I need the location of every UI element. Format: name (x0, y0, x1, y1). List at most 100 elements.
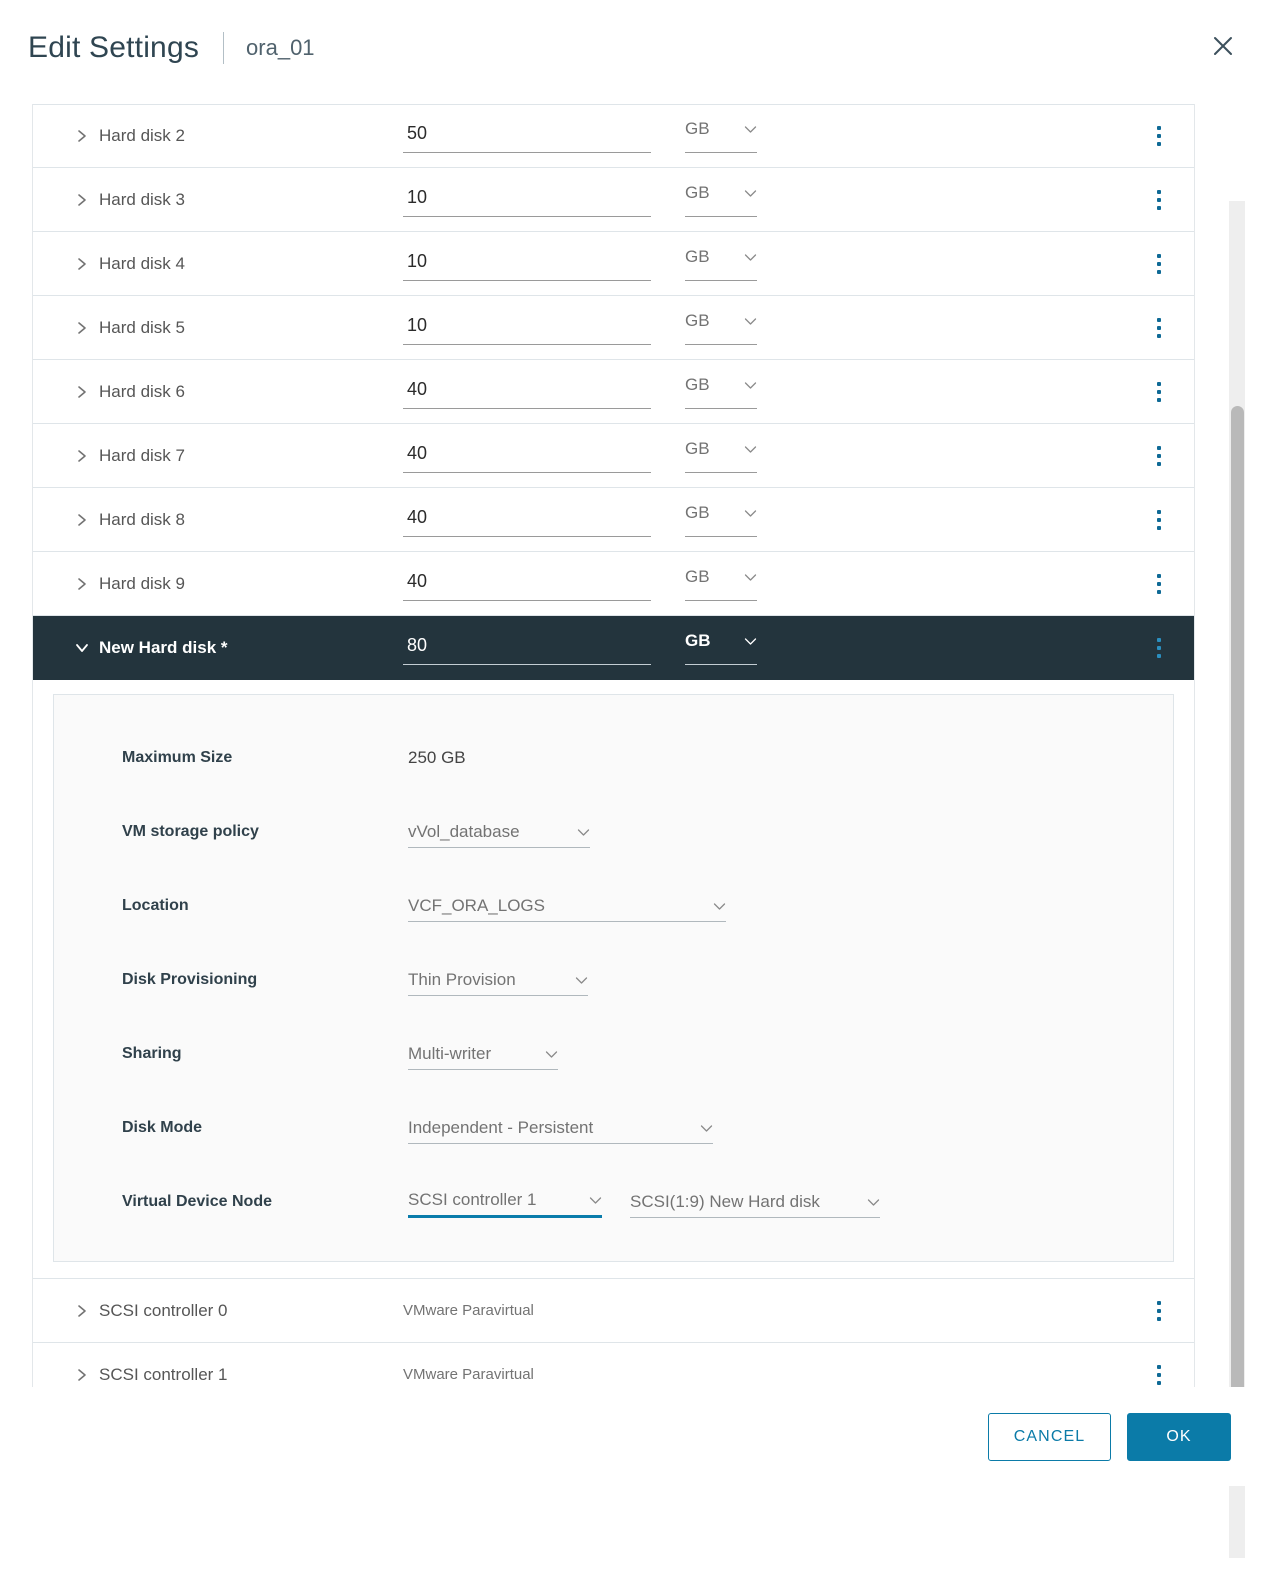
expand-chevron-right-icon[interactable] (73, 193, 91, 207)
disk-unit-select[interactable]: GB (685, 311, 757, 345)
table-row[interactable]: Hard disk 4 GB (33, 232, 1194, 296)
chevron-down-icon (744, 119, 757, 139)
close-icon[interactable] (1203, 26, 1243, 66)
expand-chevron-right-icon[interactable] (73, 321, 91, 335)
virtual-device-node-unit-value: SCSI(1:9) New Hard disk (630, 1192, 820, 1211)
chevron-down-icon (700, 1118, 713, 1138)
virtual-device-node-controller-value: SCSI controller 1 (408, 1190, 537, 1209)
vertical-scrollbar[interactable] (1229, 201, 1245, 1558)
virtual-device-node-controller-select[interactable]: SCSI controller 1 (408, 1186, 602, 1218)
row-actions-menu-icon[interactable] (1148, 634, 1170, 662)
row-actions-menu-icon[interactable] (1148, 122, 1170, 150)
dialog-body: Hard disk 2GBHard disk 3GBHard disk 4GBH… (0, 96, 1267, 1558)
row-actions-menu-icon[interactable] (1148, 314, 1170, 342)
disk-row-label: Hard disk 2 (73, 126, 403, 146)
row-actions-menu-icon[interactable] (1148, 442, 1170, 470)
disk-size-input[interactable] (403, 502, 651, 537)
expand-chevron-right-icon[interactable] (73, 129, 91, 143)
disk-unit-value: GB (685, 502, 710, 522)
expand-chevron-right-icon[interactable] (73, 1304, 91, 1318)
expand-chevron-right-icon[interactable] (73, 257, 91, 271)
ok-button[interactable]: OK (1127, 1412, 1231, 1461)
disk-unit-select[interactable]: GB (685, 503, 757, 537)
controller-type-value: VMware Paravirtual (403, 1366, 534, 1383)
virtual-device-node-label: Virtual Device Node (122, 1193, 272, 1210)
row-actions-menu-icon[interactable] (1148, 250, 1170, 278)
device-list-scroll-region: Hard disk 2GBHard disk 3GBHard disk 4GBH… (32, 104, 1212, 1478)
disk-unit-select[interactable]: GB (685, 247, 757, 281)
chevron-down-icon (744, 631, 757, 651)
table-row[interactable]: Hard disk 6 GB (33, 360, 1194, 424)
page-title: Edit Settings (28, 31, 200, 64)
chevron-down-icon (744, 439, 757, 459)
table-row[interactable]: SCSI controller 0 VMware Paravirtual (33, 1279, 1194, 1343)
field-disk-provisioning: Disk Provisioning Thin Provision (54, 943, 1173, 1017)
disk-label-text: Hard disk 4 (99, 253, 185, 273)
row-actions-menu-icon[interactable] (1148, 1297, 1170, 1325)
chevron-down-icon (744, 311, 757, 331)
disk-row-label: Hard disk 3 (73, 190, 403, 210)
scrollbar-thumb[interactable] (1231, 406, 1244, 1401)
location-select[interactable]: VCF_ORA_LOGS (408, 890, 726, 922)
chevron-down-icon (575, 970, 588, 990)
controller-row-label: SCSI controller 1 (73, 1365, 403, 1385)
disk-label-text: Hard disk 9 (99, 573, 185, 593)
expand-chevron-right-icon[interactable] (73, 385, 91, 399)
table-row[interactable]: Hard disk 7 GB (33, 424, 1194, 488)
disk-label-text: Hard disk 7 (99, 445, 185, 465)
table-row[interactable]: Hard disk 5 GB (33, 296, 1194, 360)
row-actions-menu-icon[interactable] (1148, 1361, 1170, 1389)
new-hard-disk-row[interactable]: New Hard disk * GB (33, 616, 1194, 680)
row-actions-menu-icon[interactable] (1148, 186, 1170, 214)
dialog-header: Edit Settings ora_01 (0, 0, 1267, 96)
disk-unit-value: GB (685, 182, 710, 202)
vm-storage-policy-value: vVol_database (408, 822, 520, 841)
disk-size-input[interactable] (403, 438, 651, 473)
row-actions-menu-icon[interactable] (1148, 378, 1170, 406)
vm-storage-policy-label: VM storage policy (122, 823, 259, 840)
disk-provisioning-select[interactable]: Thin Provision (408, 964, 588, 996)
disk-size-input[interactable] (403, 246, 651, 281)
expand-chevron-right-icon[interactable] (73, 513, 91, 527)
table-row[interactable]: Hard disk 8 GB (33, 488, 1194, 552)
virtual-device-node-unit-select[interactable]: SCSI(1:9) New Hard disk (630, 1186, 880, 1218)
row-actions-menu-icon[interactable] (1148, 570, 1170, 598)
vm-storage-policy-select[interactable]: vVol_database (408, 816, 590, 848)
table-row[interactable]: Hard disk 3 GB (33, 168, 1194, 232)
disk-row-label: Hard disk 6 (73, 382, 403, 402)
disk-size-input[interactable] (403, 182, 651, 217)
expand-chevron-right-icon[interactable] (73, 577, 91, 591)
disk-row-label: Hard disk 4 (73, 254, 403, 274)
disk-size-input[interactable] (403, 566, 651, 601)
disk-mode-select[interactable]: Independent - Persistent (408, 1112, 713, 1144)
cancel-button[interactable]: CANCEL (988, 1412, 1111, 1461)
disk-size-input[interactable] (403, 119, 651, 153)
table-row[interactable]: Hard disk 9 GB (33, 552, 1194, 616)
title-divider (223, 32, 225, 64)
disk-size-input[interactable] (403, 310, 651, 345)
disk-unit-select[interactable]: GB (685, 119, 757, 153)
new-disk-unit-select[interactable]: GB (685, 631, 757, 665)
controller-label-text: SCSI controller 1 (99, 1364, 228, 1384)
new-disk-size-input[interactable] (403, 631, 651, 665)
maximum-size-label: Maximum Size (122, 749, 233, 766)
sharing-select[interactable]: Multi-writer (408, 1038, 558, 1070)
row-actions-menu-icon[interactable] (1148, 506, 1170, 534)
disk-unit-select[interactable]: GB (685, 183, 757, 217)
disk-row-label: Hard disk 5 (73, 318, 403, 338)
disk-unit-value: GB (685, 246, 710, 266)
disk-unit-select[interactable]: GB (685, 375, 757, 409)
table-row[interactable]: Hard disk 2 GB (33, 104, 1194, 168)
collapse-chevron-down-icon[interactable] (73, 642, 91, 654)
chevron-down-icon (713, 896, 726, 916)
expand-chevron-right-icon[interactable] (73, 1368, 91, 1382)
disk-unit-select[interactable]: GB (685, 567, 757, 601)
disk-size-input[interactable] (403, 374, 651, 409)
expand-chevron-right-icon[interactable] (73, 449, 91, 463)
disk-unit-select[interactable]: GB (685, 439, 757, 473)
field-sharing: Sharing Multi-writer (54, 1017, 1173, 1091)
location-label: Location (122, 897, 189, 914)
new-disk-row-label: New Hard disk * (73, 638, 403, 658)
new-disk-label-text: New Hard disk * (99, 638, 228, 657)
new-disk-unit-value: GB (685, 631, 711, 650)
